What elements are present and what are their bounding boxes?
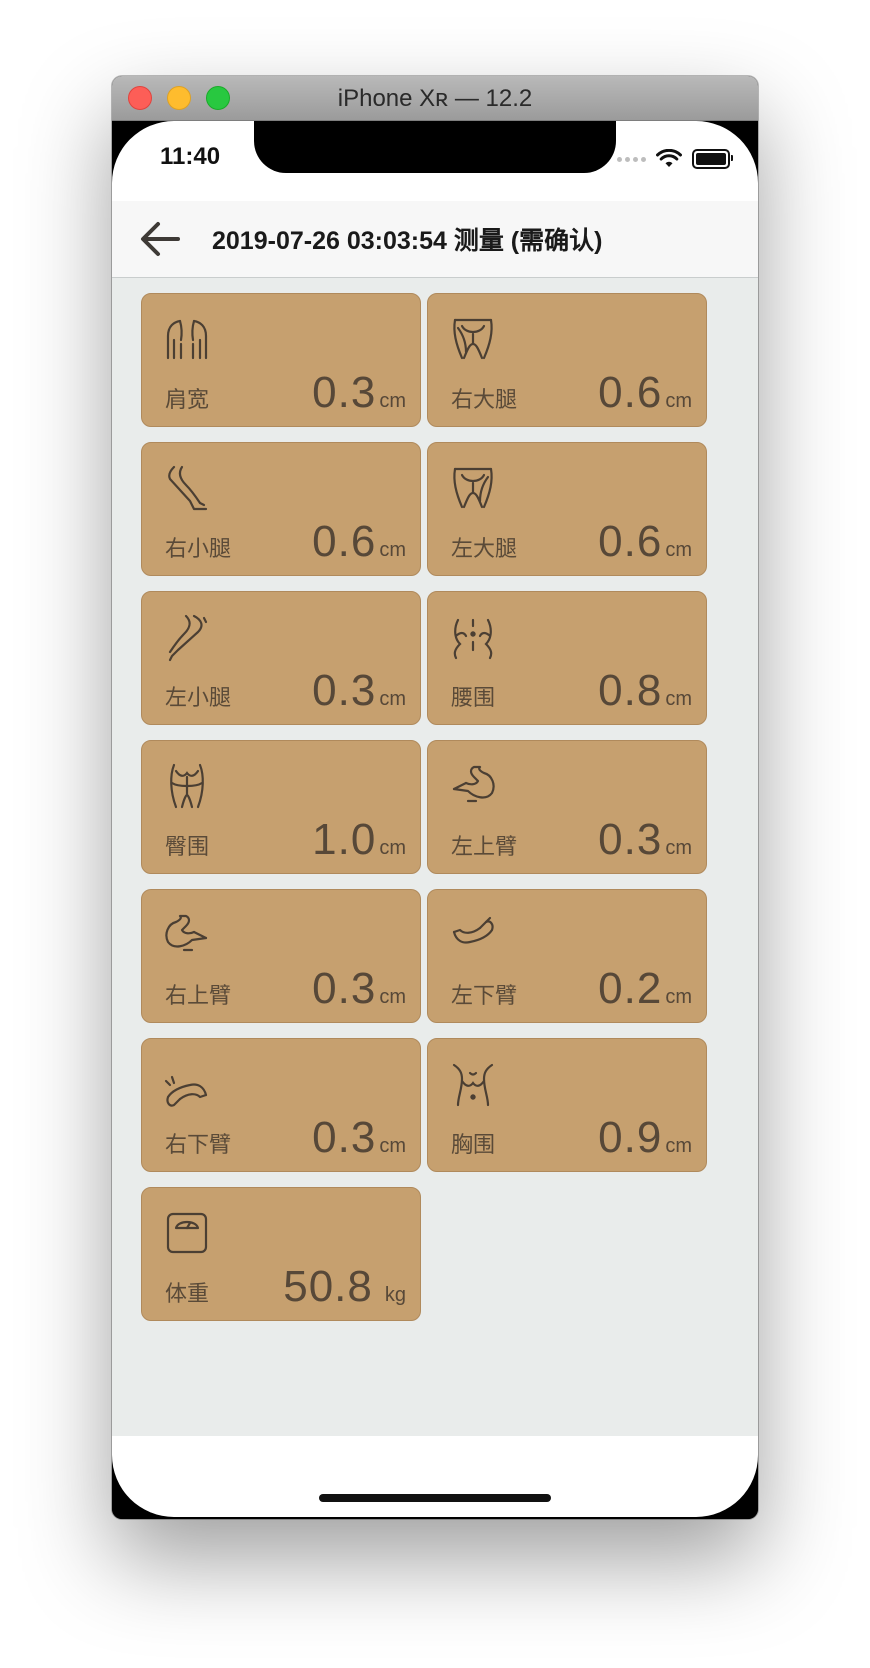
window-titlebar: iPhone Xʀ — 12.2 — [112, 76, 758, 121]
measurement-card-weight[interactable]: 体重 50.8 kg — [141, 1187, 421, 1321]
measurement-reading: 0.3 cm — [312, 666, 406, 716]
measurement-label: 体重 — [165, 1281, 210, 1306]
measurement-reading: 50.8 kg — [283, 1262, 406, 1312]
measurement-unit: cm — [379, 688, 406, 710]
measurement-label: 臀围 — [165, 834, 210, 859]
measurement-reading: 0.3 cm — [312, 1113, 406, 1163]
status-time: 11:40 — [160, 143, 221, 170]
hip-icon — [164, 761, 210, 811]
measurement-card-left-forearm[interactable]: 左下臂 0.2 cm — [427, 889, 707, 1023]
measurement-unit: cm — [379, 1135, 406, 1157]
measurement-unit: kg — [384, 1284, 406, 1306]
measurement-value: 1.0 — [312, 815, 377, 864]
chest-icon — [450, 1059, 496, 1109]
measurement-value: 0.8 — [598, 666, 663, 715]
left-calf-icon — [164, 612, 210, 662]
measurement-value: 0.3 — [312, 666, 377, 715]
measurement-label: 左大腿 — [451, 536, 518, 561]
measurement-value: 0.6 — [312, 517, 377, 566]
shoulder-icon — [164, 314, 210, 364]
measurement-label: 右大腿 — [451, 387, 518, 412]
measurement-reading: 0.3 cm — [598, 815, 692, 865]
page-title: 2019-07-26 03:03:54 测量 (需确认) — [212, 227, 603, 255]
measurement-value: 0.3 — [312, 368, 377, 417]
measurement-label: 肩宽 — [165, 387, 210, 412]
measurement-unit: cm — [379, 837, 406, 859]
measurement-card-left-thigh[interactable]: 左大腿 0.6 cm — [427, 442, 707, 576]
measurement-reading: 0.3 cm — [312, 964, 406, 1014]
waist-icon — [450, 612, 496, 662]
measurement-unit: cm — [379, 390, 406, 412]
window-title: iPhone Xʀ — 12.2 — [337, 85, 533, 112]
scale-icon — [164, 1208, 210, 1258]
measurement-reading: 0.6 cm — [598, 368, 692, 418]
measurement-label: 左上臂 — [451, 834, 518, 859]
measurement-value: 0.2 — [598, 964, 663, 1013]
measurement-value: 0.3 — [312, 964, 377, 1013]
measurement-card-waist[interactable]: 腰围 0.8 cm — [427, 591, 707, 725]
measurement-reading: 0.2 cm — [598, 964, 692, 1014]
back-arrow-icon — [141, 222, 180, 256]
measurement-card-shoulder[interactable]: 肩宽 0.3 cm — [141, 293, 421, 427]
measurement-card-right-calf[interactable]: 右小腿 0.6 cm — [141, 442, 421, 576]
measurement-card-left-upper-arm[interactable]: 左上臂 0.3 cm — [427, 740, 707, 874]
measurement-label: 腰围 — [451, 685, 496, 710]
measurement-reading: 0.6 cm — [312, 517, 406, 567]
measurement-value: 0.3 — [312, 1113, 377, 1162]
measurement-reading: 0.6 cm — [598, 517, 692, 567]
left-forearm-icon — [450, 910, 496, 960]
wifi-icon — [656, 149, 682, 167]
cellular-signal-icon — [617, 156, 646, 162]
battery-icon — [692, 149, 733, 169]
measurement-reading: 0.3 cm — [312, 368, 406, 418]
measurement-value: 0.9 — [598, 1113, 663, 1162]
right-calf-icon — [164, 463, 210, 513]
measurement-unit: cm — [665, 688, 692, 710]
measurement-value: 0.6 — [598, 517, 663, 566]
measurement-reading: 1.0 cm — [312, 815, 406, 865]
status-indicators — [617, 149, 733, 169]
measurement-unit: cm — [665, 986, 692, 1008]
measurement-grid: 肩宽 0.3 cm 右大腿 0.6 cm 右小腿 0.6 cm 左大腿 0.6 … — [112, 278, 758, 1436]
device-frame: 11:40 2019-07-26 03:03:54 测量 (需确认) 肩宽 0.… — [112, 121, 758, 1519]
measurement-reading: 0.9 cm — [598, 1113, 692, 1163]
measurement-card-chest[interactable]: 胸围 0.9 cm — [427, 1038, 707, 1172]
home-indicator[interactable] — [319, 1494, 551, 1502]
measurement-unit: cm — [665, 539, 692, 561]
right-forearm-icon — [164, 1059, 210, 1109]
measurement-unit: cm — [379, 986, 406, 1008]
measurement-card-right-forearm[interactable]: 右下臂 0.3 cm — [141, 1038, 421, 1172]
navigation-bar: 2019-07-26 03:03:54 测量 (需确认) — [112, 201, 758, 278]
back-button[interactable] — [138, 219, 182, 259]
measurement-unit: cm — [665, 837, 692, 859]
device-notch — [254, 121, 616, 173]
measurement-value: 0.3 — [598, 815, 663, 864]
measurement-unit: cm — [665, 1135, 692, 1157]
measurement-label: 右上臂 — [165, 983, 232, 1008]
measurement-value: 50.8 — [283, 1262, 373, 1311]
measurement-label: 右下臂 — [165, 1132, 232, 1157]
measurement-card-hip[interactable]: 臀围 1.0 cm — [141, 740, 421, 874]
measurement-reading: 0.8 cm — [598, 666, 692, 716]
right-thigh-icon — [450, 314, 496, 364]
right-upper-arm-icon — [164, 910, 210, 960]
measurement-value: 0.6 — [598, 368, 663, 417]
measurement-card-right-upper-arm[interactable]: 右上臂 0.3 cm — [141, 889, 421, 1023]
simulator-window: iPhone Xʀ — 12.2 11:40 2019-07-26 03:03:… — [112, 76, 758, 1519]
measurement-card-right-thigh[interactable]: 右大腿 0.6 cm — [427, 293, 707, 427]
measurement-label: 右小腿 — [165, 536, 232, 561]
measurement-unit: cm — [665, 390, 692, 412]
left-thigh-icon — [450, 463, 496, 513]
left-upper-arm-icon — [450, 761, 496, 811]
measurement-unit: cm — [379, 539, 406, 561]
phone-screen: 11:40 2019-07-26 03:03:54 测量 (需确认) 肩宽 0.… — [112, 121, 758, 1517]
measurement-label: 左下臂 — [451, 983, 518, 1008]
measurement-label: 左小腿 — [165, 685, 232, 710]
measurement-card-left-calf[interactable]: 左小腿 0.3 cm — [141, 591, 421, 725]
measurement-label: 胸围 — [451, 1132, 496, 1157]
